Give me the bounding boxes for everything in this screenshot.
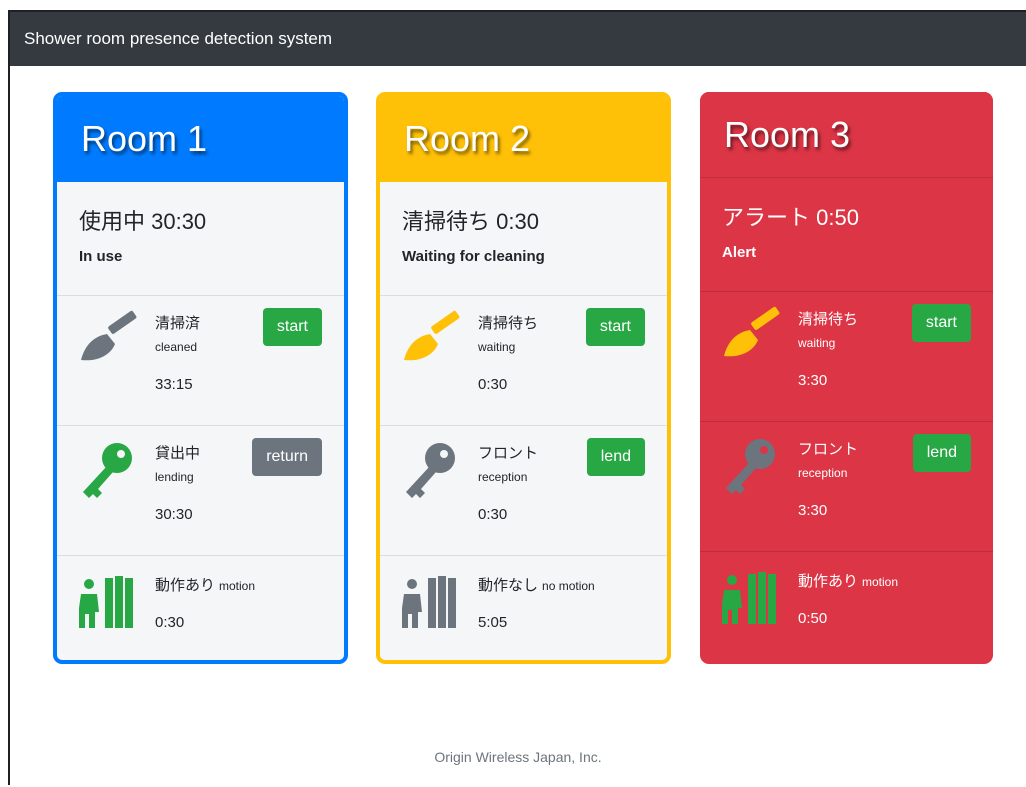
- room-card-3: Room 3 アラート 0:50 Alert 清掃待ち waiting 3:30…: [700, 92, 993, 664]
- status-en: Waiting for cleaning: [402, 248, 545, 265]
- shower-person-icon: [402, 576, 456, 628]
- motion-status: 動作なし no motion: [478, 574, 595, 595]
- cleaning-time: 3:30: [798, 372, 828, 389]
- room-cards: Room 1 使用中 30:30 In use 清掃済 cleaned 33:1…: [10, 92, 1026, 664]
- cleaning-time: 0:30: [478, 376, 508, 393]
- key-row: フロント reception 0:30 lend: [380, 426, 667, 556]
- broom-icon: [724, 306, 780, 357]
- motion-status-jp: 動作あり: [155, 577, 216, 594]
- room-card-2: Room 2 清掃待ち 0:30 Waiting for cleaning 清掃…: [376, 92, 671, 664]
- return-button[interactable]: return: [252, 438, 322, 476]
- key-status-jp: 貸出中: [155, 445, 201, 462]
- room-title: Room 3: [700, 92, 993, 178]
- motion-status-jp: 動作あり: [798, 573, 859, 590]
- motion-status-jp: 動作なし: [478, 577, 539, 594]
- motion-time: 5:05: [478, 614, 508, 631]
- key-status-en: reception: [798, 466, 848, 480]
- status-en: In use: [79, 248, 123, 265]
- shower-person-icon: [79, 576, 133, 628]
- cleaning-status-jp: 清掃済: [155, 315, 201, 332]
- cleaning-status-jp: 清掃待ち: [798, 311, 859, 328]
- motion-row: 動作あり motion 0:30: [57, 556, 344, 660]
- key-time: 3:30: [798, 502, 828, 519]
- cleaning-row: 清掃待ち waiting 0:30 start: [380, 296, 667, 426]
- motion-status-en: motion: [862, 575, 899, 589]
- key-status-en: reception: [478, 470, 528, 484]
- motion-row: 動作なし no motion 5:05: [380, 556, 667, 660]
- app-window: Shower room presence detection system Ro…: [8, 10, 1026, 785]
- room-status: 使用中 30:30 In use: [57, 182, 344, 296]
- motion-status-en: no motion: [542, 579, 595, 593]
- key-icon: [83, 443, 132, 498]
- start-button[interactable]: start: [585, 308, 645, 346]
- app-title: Shower room presence detection system: [24, 29, 333, 48]
- cleaning-status-en: cleaned: [155, 340, 198, 354]
- footer: Origin Wireless Japan, Inc.: [434, 749, 602, 765]
- room-card-1: Room 1 使用中 30:30 In use 清掃済 cleaned 33:1…: [53, 92, 348, 664]
- room-status: アラート 0:50 Alert: [700, 178, 993, 292]
- key-status-en: lending: [155, 470, 194, 484]
- broom-icon: [404, 310, 460, 361]
- lend-button[interactable]: lend: [586, 438, 645, 476]
- motion-time: 0:30: [155, 614, 185, 631]
- key-row: フロント reception 3:30 lend: [700, 422, 993, 552]
- key-icon: [406, 443, 455, 498]
- cleaning-row: 清掃済 cleaned 33:15 start: [57, 296, 344, 426]
- room-title: Room 1: [57, 96, 344, 182]
- shower-person-icon: [722, 572, 776, 624]
- broom-icon: [81, 310, 137, 361]
- start-button[interactable]: start: [262, 308, 322, 346]
- cleaning-status-jp: 清掃待ち: [478, 315, 539, 332]
- cleaning-status-en: waiting: [478, 340, 516, 354]
- lend-button[interactable]: lend: [912, 434, 971, 472]
- key-time: 30:30: [155, 506, 193, 523]
- motion-row: 動作あり motion 0:50: [700, 552, 993, 664]
- status-jp: 使用中 30:30: [79, 209, 207, 234]
- cleaning-status-en: waiting: [798, 336, 836, 350]
- motion-status: 動作あり motion: [155, 574, 255, 595]
- room-title: Room 2: [380, 96, 667, 182]
- navbar: Shower room presence detection system: [10, 12, 1026, 66]
- cleaning-row: 清掃待ち waiting 3:30 start: [700, 292, 993, 422]
- key-icon: [726, 439, 775, 494]
- start-button[interactable]: start: [911, 304, 971, 342]
- key-row: 貸出中 lending 30:30 return: [57, 426, 344, 556]
- room-status: 清掃待ち 0:30 Waiting for cleaning: [380, 182, 667, 296]
- status-jp: アラート 0:50: [722, 205, 859, 230]
- motion-status-en: motion: [219, 579, 256, 593]
- status-en: Alert: [722, 244, 757, 261]
- cleaning-time: 33:15: [155, 376, 193, 393]
- key-status-jp: フロント: [798, 441, 859, 458]
- motion-status: 動作あり motion: [798, 570, 898, 591]
- motion-time: 0:50: [798, 610, 828, 627]
- status-jp: 清掃待ち 0:30: [402, 209, 539, 234]
- key-status-jp: フロント: [478, 445, 539, 462]
- key-time: 0:30: [478, 506, 508, 523]
